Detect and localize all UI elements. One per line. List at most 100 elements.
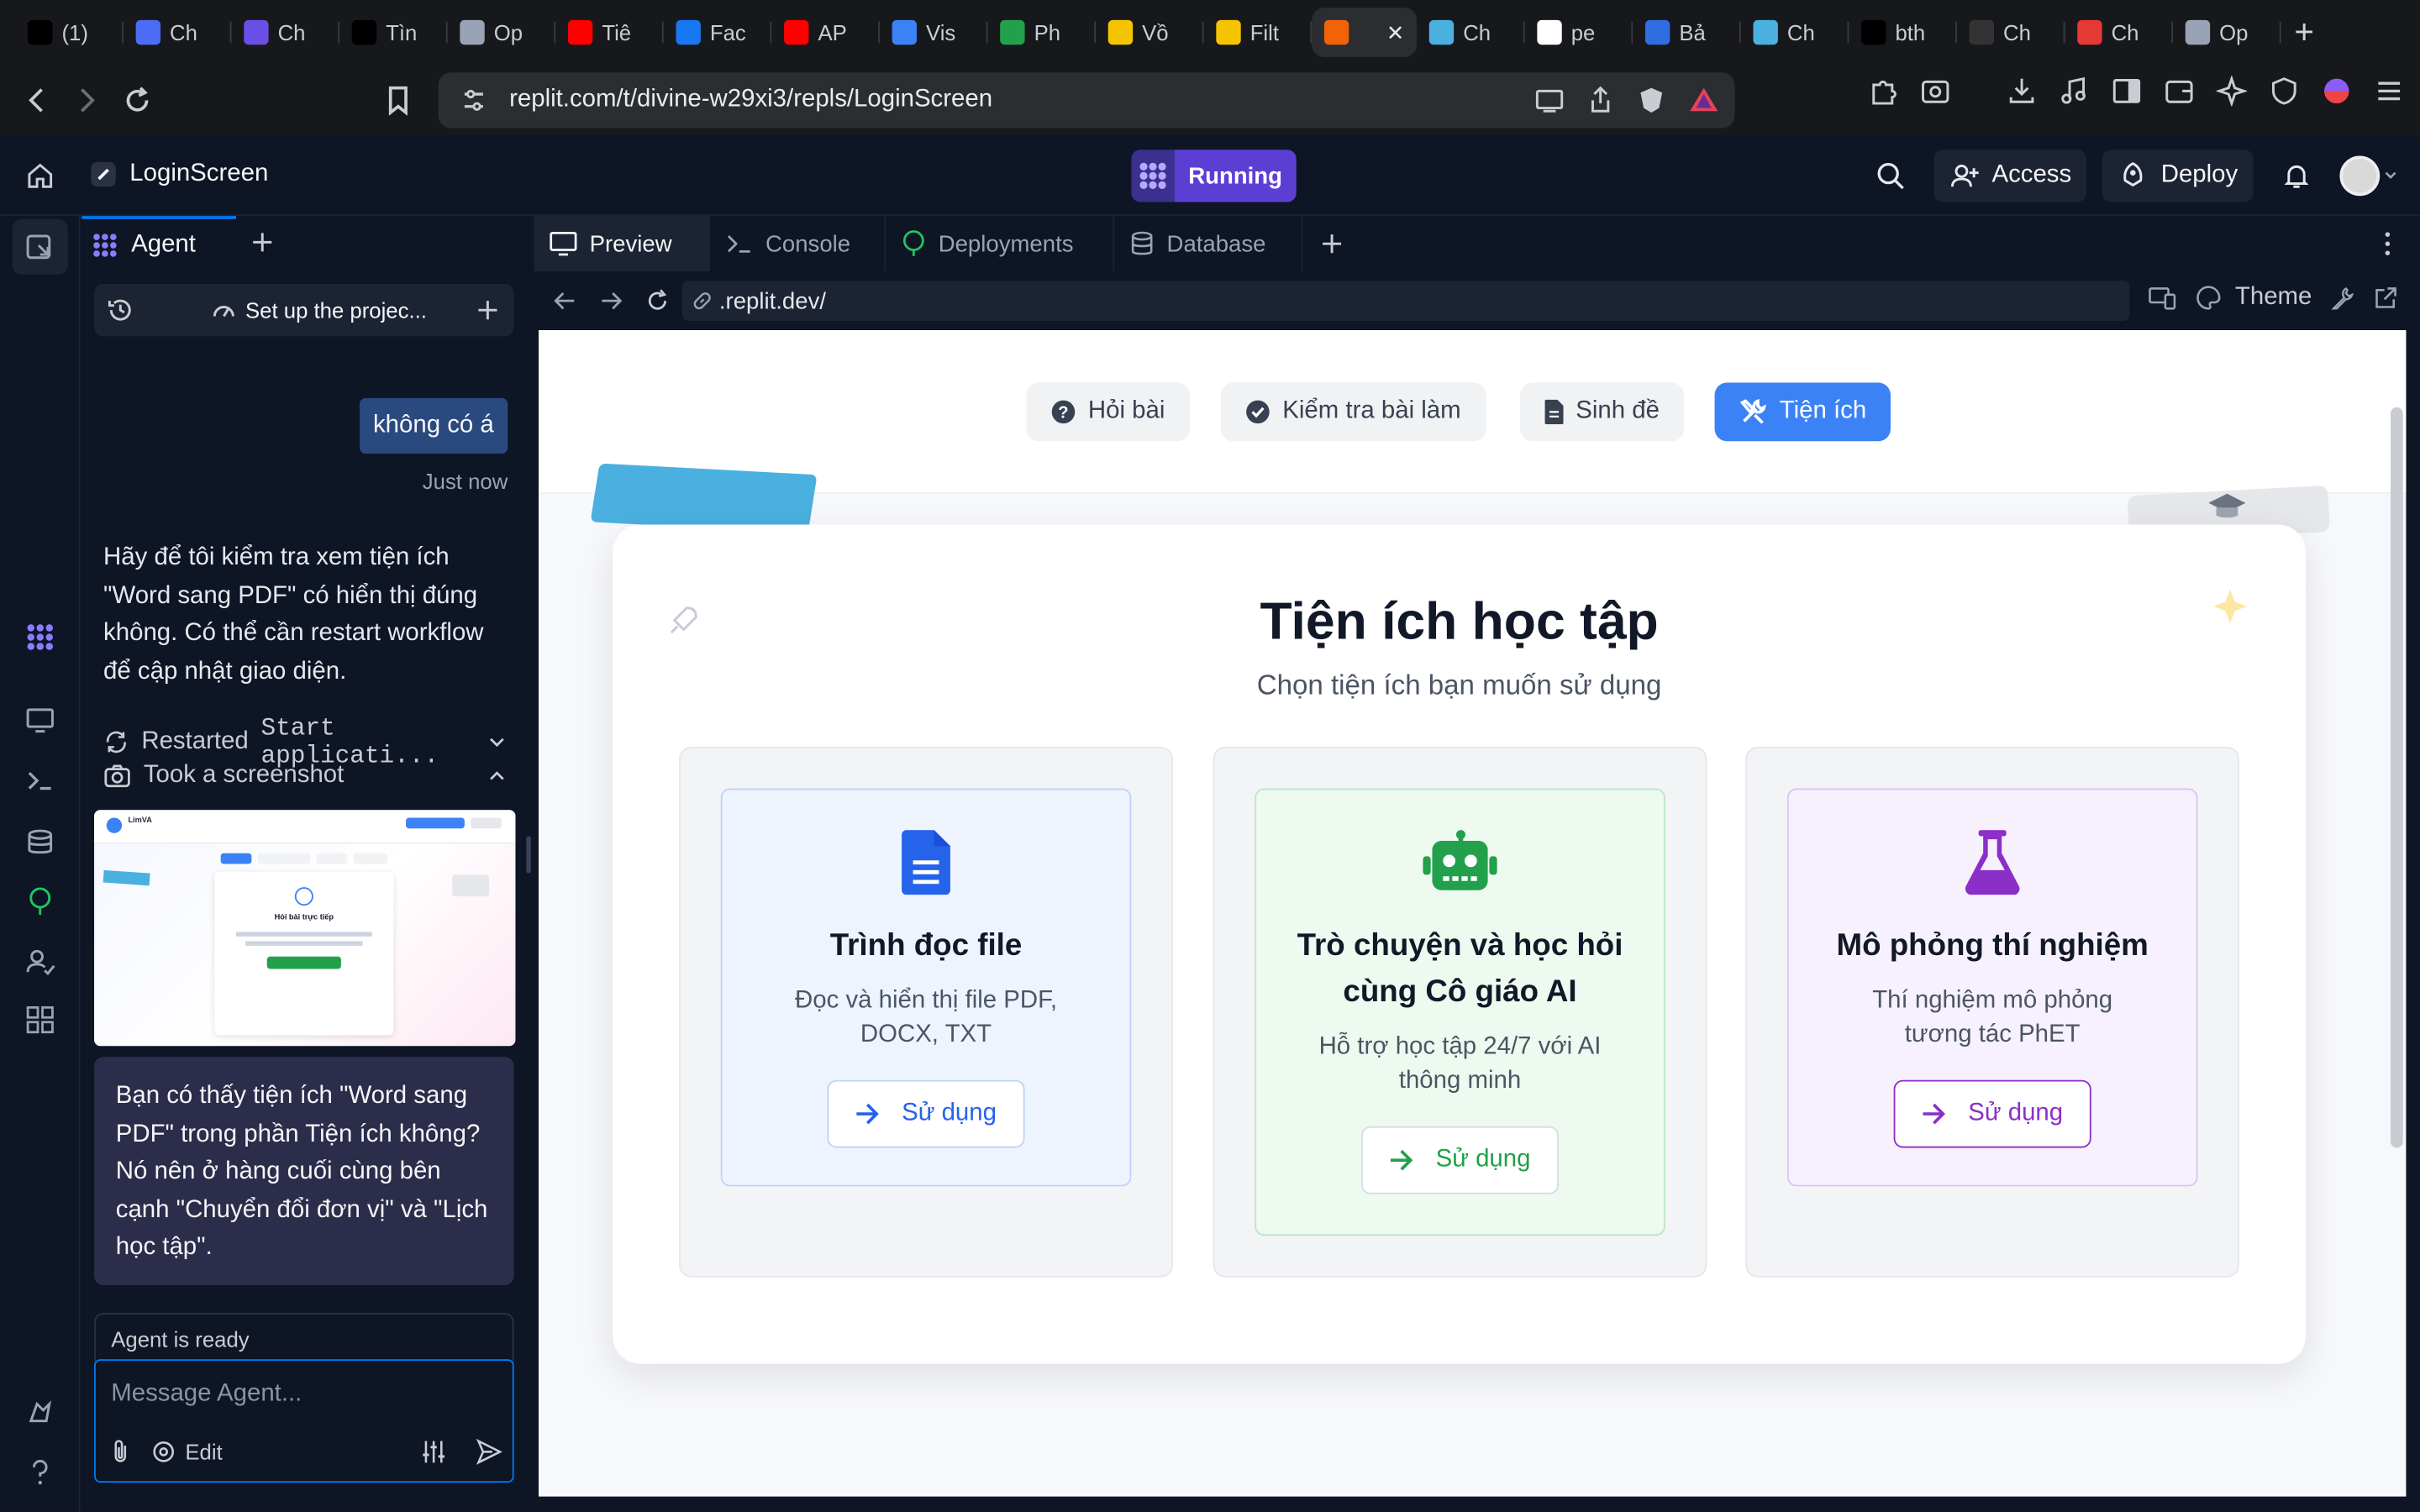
action-screenshot-label: Took a screenshot [143,762,345,789]
screenshot-thumbnail[interactable]: LimVA Hỏi bài trực tiếp [94,810,516,1047]
new-session-icon[interactable] [477,299,499,321]
session-title[interactable]: Set up the projec... [212,297,427,323]
profile-icon[interactable] [2321,76,2352,107]
bookmark-button[interactable] [373,76,423,125]
home-icon[interactable] [24,160,55,192]
agent-icon[interactable] [24,622,55,653]
add-tab-icon[interactable] [251,232,273,254]
browser-tab[interactable]: Op [2173,8,2281,57]
nav-sinh-de[interactable]: Sinh đề [1520,382,1685,442]
more-options-icon[interactable] [2383,232,2392,256]
wallet-icon[interactable] [2164,76,2195,107]
action-screenshot[interactable]: Took a screenshot [103,762,508,790]
close-tab-icon[interactable]: ✕ [1386,19,1405,45]
deployments-icon[interactable] [24,885,55,916]
settings-sliders-icon[interactable] [420,1438,448,1466]
preview-url-bar[interactable]: .replit.dev/ [681,281,2130,322]
browser-tab[interactable]: Fac [664,8,772,57]
edit-mode-button[interactable]: Edit [151,1440,223,1464]
console-icon[interactable] [24,765,55,796]
cast-icon[interactable] [1534,87,1565,114]
browser-tab[interactable]: ✕ [1312,8,1418,57]
attach-icon[interactable] [108,1438,133,1466]
message-input[interactable] [111,1376,497,1414]
browser-tab[interactable]: Ch [1741,8,1849,57]
browser-tab[interactable]: Vồ [1096,8,1204,57]
search-icon[interactable] [1875,160,1906,192]
database-icon[interactable] [24,827,55,858]
repl-name[interactable]: LoginScreen [90,160,268,188]
browser-tab[interactable]: Ch [1417,8,1525,57]
browser-tab[interactable]: pe [1525,8,1634,57]
nav-tien-ich[interactable]: Tiện ích [1714,382,1891,442]
tab-deployments[interactable]: Deployments [886,216,1115,272]
tab-agent[interactable]: Agent [82,216,237,271]
brave-shield-icon[interactable] [1636,85,1667,116]
agent-panel: Agent Set up the projec... không có á Ju… [82,216,531,1512]
tab-preview[interactable]: Preview [534,216,710,272]
music-icon[interactable] [2059,76,2090,107]
help-icon[interactable] [24,1457,55,1488]
browser-tab[interactable]: Ch [2065,8,2174,57]
browser-tab[interactable]: Filt [1204,8,1313,57]
extensions-rail-icon[interactable] [24,1398,55,1429]
account-menu[interactable] [2339,155,2398,197]
share-icon[interactable] [1586,85,1614,116]
browser-tab[interactable]: Ch [232,8,340,57]
site-settings-icon[interactable] [460,87,487,114]
vpn-icon[interactable] [2269,76,2300,107]
browser-tab[interactable]: Ph [987,8,1097,57]
screenshot-icon[interactable] [1920,76,1951,107]
browser-tab[interactable]: Tìn [339,8,448,57]
nav-hoi-bai[interactable]: ? Hỏi bài [1026,382,1190,442]
browser-tab[interactable]: Bả [1633,8,1741,57]
file-tree-toggle[interactable] [12,218,68,275]
devtools-wrench-icon[interactable] [2330,286,2354,310]
browser-tab[interactable]: AP [771,8,880,57]
preview-icon[interactable] [24,705,55,736]
forward-button[interactable] [61,76,111,125]
access-button[interactable]: Access [1933,150,2087,202]
browser-tab[interactable]: Vis [880,8,988,57]
new-tab-button[interactable]: + [2281,9,2328,55]
use-button-simulation[interactable]: Sử dụng [1893,1079,2091,1148]
tab-favicon-icon [784,19,809,45]
browser-tab-label: Bả [1679,19,1706,45]
preview-scrollbar[interactable] [2391,407,2403,1148]
reload-button[interactable] [113,76,162,125]
use-button-file-reader[interactable]: Sử dụng [827,1079,1025,1148]
devices-icon[interactable] [2149,286,2176,310]
extensions-icon[interactable] [1867,76,1898,107]
browser-tab[interactable]: Op [448,8,556,57]
nav-kiem-tra[interactable]: Kiểm tra bài làm [1220,382,1486,442]
add-tab-icon[interactable] [1321,233,1343,255]
send-icon[interactable] [476,1438,503,1466]
theme-button[interactable]: Theme [2195,284,2312,312]
run-button[interactable]: Running [1131,150,1297,202]
sidebar-toggle-icon[interactable] [2112,76,2143,107]
tab-console[interactable]: Console [710,216,886,272]
all-tools-icon[interactable] [24,1005,55,1036]
panel-resize-handle[interactable] [526,836,531,874]
user-settings-icon[interactable] [24,946,55,977]
brave-rewards-icon[interactable] [1688,85,1719,116]
history-icon[interactable] [107,297,134,324]
browser-tab[interactable]: bth [1849,8,1957,57]
tab-database[interactable]: Database [1114,216,1303,272]
use-button-ai-teacher[interactable]: Sử dụng [1360,1126,1560,1194]
open-new-window-icon[interactable] [2374,286,2398,310]
preview-forward-icon[interactable] [599,290,623,312]
leo-ai-icon[interactable] [2216,75,2248,107]
notification-bell-icon[interactable] [2281,160,2312,192]
browser-tab[interactable]: Ch [1957,8,2065,57]
menu-icon[interactable] [2374,76,2405,107]
back-button[interactable] [13,76,62,125]
browser-tab[interactable]: (1) [15,8,124,57]
browser-tab[interactable]: Ch [124,8,232,57]
deploy-button[interactable]: Deploy [2102,150,2254,202]
download-icon[interactable] [2007,76,2038,107]
browser-tab[interactable]: Tiê [555,8,664,57]
address-bar[interactable]: replit.com/t/divine-w29xi3/repls/LoginSc… [438,72,1735,129]
preview-back-icon[interactable] [553,290,577,312]
preview-reload-icon[interactable] [645,288,670,312]
